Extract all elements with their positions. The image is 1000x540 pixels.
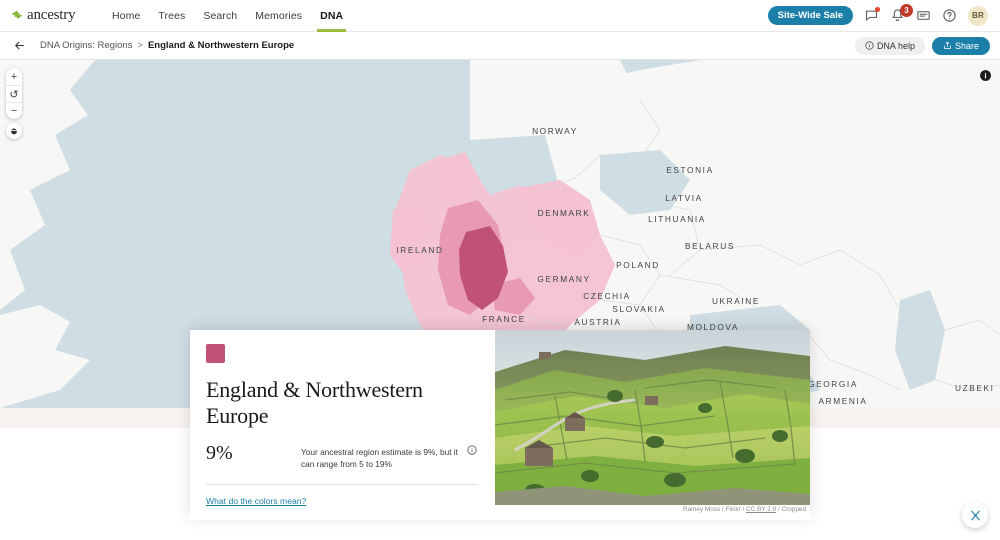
region-info-panel: England & Northwestern Europe 9% Your an…	[190, 330, 495, 520]
nav-item-memories[interactable]: Memories	[255, 0, 302, 32]
map-info-button[interactable]	[978, 68, 992, 82]
nav-item-home[interactable]: Home	[112, 0, 140, 32]
map-label: LITHUANIA	[648, 214, 706, 224]
map-label: ARMENIA	[818, 396, 867, 406]
map-label: LATVIA	[665, 193, 703, 203]
user-avatar[interactable]: BR	[968, 5, 988, 26]
logo-wordmark: ancestry	[27, 7, 76, 23]
info-icon	[865, 41, 874, 50]
map-label: ESTONIA	[666, 165, 713, 175]
landscape-illustration	[495, 330, 810, 505]
credit-author: Ramey Moss / Flickr /	[682, 506, 747, 513]
bell-icon[interactable]: 3	[890, 4, 913, 23]
region-photo	[495, 330, 810, 505]
info-icon	[467, 445, 477, 455]
nav-item-search[interactable]: Search	[203, 0, 237, 32]
share-label: Share	[954, 40, 979, 51]
map-label: UKRAINE	[712, 296, 760, 306]
notification-badge: 3	[900, 4, 913, 17]
leaf-icon	[11, 9, 23, 19]
estimate-description: Your ancestral region estimate is 9%, bu…	[301, 447, 458, 470]
estimate-row: 9% Your ancestral region estimate is 9%,…	[206, 442, 477, 471]
zoom-in-button[interactable]: +	[6, 68, 22, 85]
nav-item-dna[interactable]: DNA	[317, 0, 347, 32]
region-detail-card: England & Northwestern Europe 9% Your an…	[190, 330, 810, 520]
region-title: England & Northwestern Europe	[206, 377, 423, 428]
map-label: POLAND	[616, 260, 660, 270]
globe-view-button[interactable]	[6, 123, 22, 139]
card-divider	[206, 483, 477, 485]
map-label: BELARUS	[685, 241, 735, 251]
reset-view-button[interactable]: ↺	[6, 85, 22, 102]
credit-suffix: / Cropped	[776, 506, 806, 513]
region-color-swatch	[206, 344, 225, 363]
top-navigation-bar: ancestry Home Trees Search Memories DNA …	[0, 0, 1000, 32]
breadcrumb-actions: DNA help Share	[854, 36, 990, 55]
map-label: IRELAND	[396, 245, 443, 255]
share-button[interactable]: Share	[931, 36, 990, 55]
breadcrumb-separator: >	[137, 40, 143, 51]
breadcrumb-current: England & Northwestern Europe	[147, 40, 295, 51]
ancestry-logo[interactable]: ancestry	[0, 7, 100, 24]
map-label: CZECHIA	[583, 291, 631, 301]
zoom-out-button[interactable]: −	[6, 102, 22, 119]
dna-tools-fab[interactable]	[962, 502, 988, 528]
arrow-left-icon	[14, 41, 24, 50]
nav-item-trees[interactable]: Trees	[158, 0, 185, 32]
back-button[interactable]	[10, 37, 28, 55]
map-label: NORWAY	[532, 126, 578, 136]
info-icon	[979, 69, 991, 81]
estimate-info-button[interactable]	[467, 442, 477, 457]
message-icon[interactable]	[916, 8, 931, 23]
map-label: FRANCE	[482, 314, 526, 324]
what-do-colors-mean-link[interactable]: What do the colors mean?	[206, 496, 306, 506]
dna-tools-icon	[970, 510, 980, 520]
credit-license-link[interactable]: CC BY 2.0	[746, 506, 776, 513]
map-label: GERMANY	[537, 274, 590, 284]
help-circle-icon[interactable]	[942, 8, 957, 23]
dna-help-button[interactable]: DNA help	[854, 36, 925, 55]
nav-right-group: Site-Wide Sale 3 BR	[767, 4, 1000, 26]
map-label: DENMARK	[538, 208, 591, 218]
dna-help-label: DNA help	[876, 40, 915, 51]
main-nav: Home Trees Search Memories DNA	[112, 0, 347, 32]
chat-icon[interactable]	[864, 7, 880, 23]
map-label: SLOVAKIA	[612, 304, 665, 314]
map-label: AUSTRIA	[574, 317, 621, 327]
map-label: GEORGIA	[808, 379, 858, 389]
breadcrumb-parent[interactable]: DNA Origins: Regions	[40, 40, 132, 51]
share-icon	[944, 41, 951, 49]
photo-credit: Ramey Moss / Flickr / CC BY 2.0 / Croppe…	[495, 506, 810, 513]
site-wide-sale-button[interactable]: Site-Wide Sale	[767, 6, 853, 25]
chat-unread-dot	[875, 7, 880, 12]
breadcrumb-bar: DNA Origins: Regions > England & Northwe…	[0, 32, 1000, 60]
region-percentage: 9%	[206, 442, 233, 465]
map-label: UZBEKI	[955, 383, 995, 393]
globe-icon	[11, 128, 17, 135]
map-zoom-controls: + ↺ −	[6, 68, 22, 119]
